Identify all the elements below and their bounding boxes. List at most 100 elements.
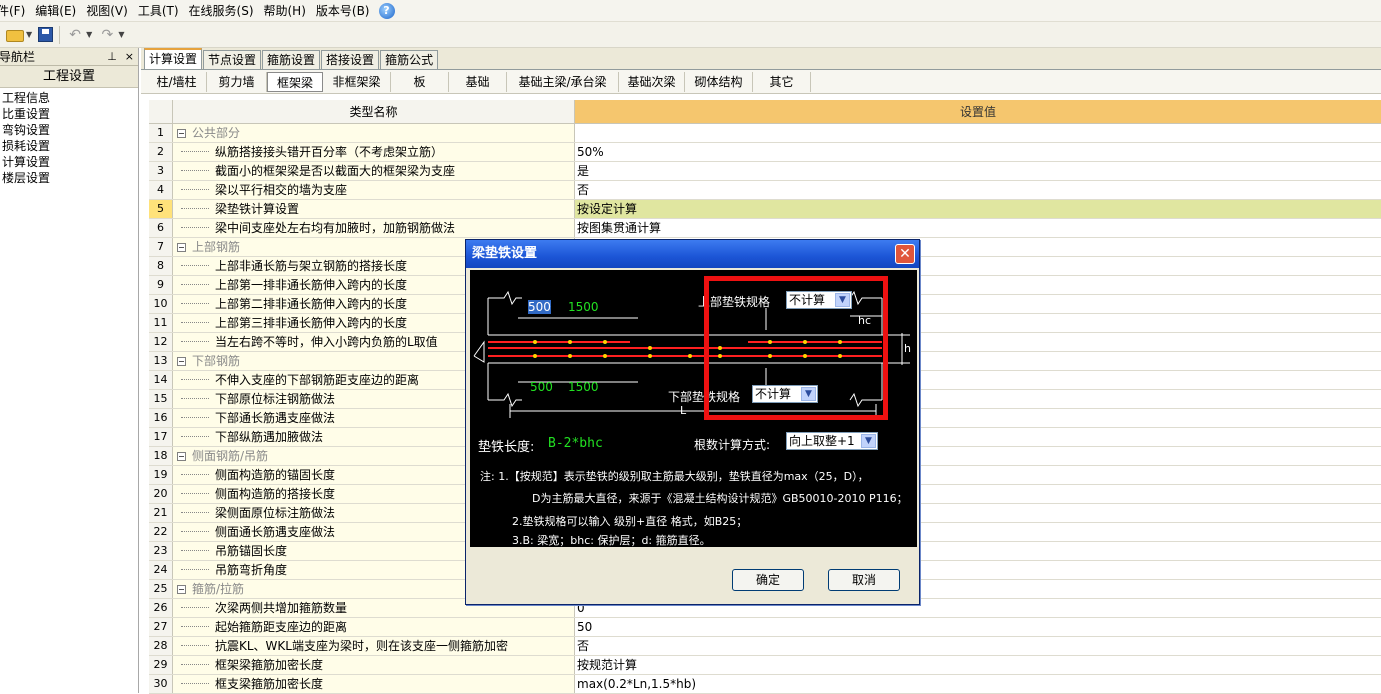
row-number: 8 — [149, 257, 173, 275]
row-number: 30 — [149, 675, 173, 693]
tab-lap-settings[interactable]: 搭接设置 — [321, 50, 380, 69]
subtab-non-frame-beam[interactable]: 非框架梁 — [323, 71, 391, 92]
undo-icon[interactable]: ↶ — [66, 27, 84, 43]
count-method-select[interactable]: 向上取整+1 ▼ — [786, 432, 878, 450]
subtab-frame-beam[interactable]: 框架梁 — [267, 71, 323, 92]
table-row[interactable]: 2 纵筋搭接接头错开百分率（不考虑架立筋） 50% — [149, 143, 1381, 162]
menu-help[interactable]: 帮助(H) — [259, 1, 311, 21]
dialog-close-button[interactable]: ✕ — [895, 244, 915, 264]
table-row[interactable]: 29 框架梁箍筋加密长度 按规范计算 — [149, 656, 1381, 675]
row-number: 19 — [149, 466, 173, 484]
cancel-button[interactable]: 取消 — [828, 569, 900, 591]
row-number: 20 — [149, 485, 173, 503]
subtab-column[interactable]: 柱/墙柱 — [147, 71, 207, 92]
tree-connector — [181, 276, 209, 285]
collapse-icon[interactable] — [177, 243, 186, 252]
nav-item-project-info[interactable]: 工程信息 — [0, 90, 138, 106]
subtab-foundation[interactable]: 基础 — [449, 71, 507, 92]
ok-button[interactable]: 确定 — [732, 569, 804, 591]
table-row[interactable]: 30 框支梁箍筋加密长度 max(0.2*Ln,1.5*hb) — [149, 675, 1381, 694]
row-value-cell[interactable]: 否 — [575, 181, 1381, 199]
tree-connector — [181, 181, 209, 190]
subtab-masonry[interactable]: 砌体结构 — [685, 71, 753, 92]
row-name-text: 梁侧面原位标注筋做法 — [215, 506, 336, 520]
dim-label-500-bottom: 500 — [530, 380, 553, 394]
pin-icon[interactable]: ⊥ — [107, 50, 117, 63]
tree-connector — [181, 162, 209, 171]
table-row[interactable]: 6 梁中间支座处左右均有加腋时，加筋钢筋做法 按图集贯通计算 — [149, 219, 1381, 238]
table-row[interactable]: 27 起始箍筋距支座边的距离 50 — [149, 618, 1381, 637]
row-value-cell[interactable]: 按图集贯通计算 — [575, 219, 1381, 237]
row-value-cell[interactable]: 否 — [575, 637, 1381, 655]
collapse-icon[interactable] — [177, 452, 186, 461]
collapse-icon[interactable] — [177, 129, 186, 138]
redo-icon[interactable]: ↷ — [98, 27, 116, 43]
table-group-row[interactable]: 1 公共部分 — [149, 124, 1381, 143]
row-value-cell[interactable]: 是 — [575, 162, 1381, 180]
nav-item-calc-settings[interactable]: 计算设置 — [0, 154, 138, 170]
toolbar: ▼ ↶ ▼ ↷ ▼ — [0, 22, 1381, 48]
highlight-box — [704, 276, 888, 420]
nav-item-hook-settings[interactable]: 弯钩设置 — [0, 122, 138, 138]
tree-connector — [181, 390, 209, 399]
subtab-slab[interactable]: 板 — [391, 71, 449, 92]
nav-item-density-settings[interactable]: 比重设置 — [0, 106, 138, 122]
menu-file[interactable]: 件(F) — [0, 1, 30, 21]
grid-header: 类型名称 设置值 — [149, 100, 1381, 124]
table-row[interactable]: 4 梁以平行相交的墙为支座 否 — [149, 181, 1381, 200]
nav-section-project-settings[interactable]: 工程设置 — [0, 66, 138, 88]
collapse-icon[interactable] — [177, 585, 186, 594]
save-icon[interactable] — [38, 27, 54, 42]
open-dropdown-arrow-icon[interactable]: ▼ — [26, 30, 32, 39]
row-number: 1 — [149, 124, 173, 142]
row-value-cell[interactable]: 50 — [575, 618, 1381, 636]
collapse-icon[interactable] — [177, 357, 186, 366]
tree-connector — [181, 675, 209, 684]
dialog-title: 梁垫铁设置 — [472, 246, 538, 261]
subtab-other[interactable]: 其它 — [753, 71, 811, 92]
menu-tools[interactable]: 工具(T) — [133, 1, 184, 21]
row-value-cell[interactable]: 50% — [575, 143, 1381, 161]
tab-node-settings[interactable]: 节点设置 — [203, 50, 262, 69]
chevron-down-icon[interactable]: ▼ — [861, 434, 876, 448]
row-value-cell[interactable]: 按规范计算 — [575, 656, 1381, 674]
dim-label-L: L — [680, 404, 687, 417]
undo-dropdown-arrow-icon[interactable]: ▼ — [86, 30, 92, 39]
nav-item-loss-settings[interactable]: 损耗设置 — [0, 138, 138, 154]
menu-version[interactable]: 版本号(B) — [311, 1, 375, 21]
row-value-cell[interactable]: 按设定计算 — [575, 200, 1381, 218]
note-line-3: 2.垫铁规格可以输入 级别+直径 格式，如B25； — [512, 515, 748, 528]
dim-label-1500-top: 1500 — [568, 300, 599, 314]
row-number: 11 — [149, 314, 173, 332]
toolbar-separator — [59, 25, 61, 44]
open-folder-icon[interactable] — [6, 30, 24, 42]
menu-online-service[interactable]: 在线服务(S) — [184, 1, 259, 21]
close-icon[interactable]: × — [125, 50, 134, 63]
tab-stirrup-formula[interactable]: 箍筋公式 — [380, 50, 439, 69]
table-row[interactable]: 3 截面小的框架梁是否以截面大的框架梁为支座 是 — [149, 162, 1381, 181]
note-line-2: D为主筋最大直径，来源于《混凝土结构设计规范》GB50010-2010 P116… — [532, 492, 908, 505]
nav-item-floor-settings[interactable]: 楼层设置 — [0, 170, 138, 186]
row-name-text: 抗震KL、WKL端支座为梁时，则在该支座一侧箍筋加密 — [215, 639, 508, 653]
dialog-title-bar: 梁垫铁设置 ✕ — [466, 240, 919, 268]
row-value-cell[interactable] — [575, 124, 1381, 142]
tree-connector — [181, 295, 209, 304]
subtab-foundation-secondary-beam[interactable]: 基础次梁 — [619, 71, 685, 92]
tab-calc-settings[interactable]: 计算设置 — [144, 48, 203, 69]
menu-view[interactable]: 视图(V) — [81, 1, 133, 21]
nav-item-list: 工程信息 比重设置 弯钩设置 损耗设置 计算设置 楼层设置 — [0, 88, 138, 186]
subtab-shear-wall[interactable]: 剪力墙 — [207, 71, 267, 92]
redo-dropdown-arrow-icon[interactable]: ▼ — [118, 30, 124, 39]
rebar-dot — [648, 354, 652, 358]
row-number: 28 — [149, 637, 173, 655]
row-value-cell[interactable]: max(0.2*Ln,1.5*hb) — [575, 675, 1381, 693]
row-name-text: 上部钢筋 — [192, 240, 241, 254]
tab-stirrup-settings[interactable]: 箍筋设置 — [262, 50, 321, 69]
tree-connector — [181, 485, 209, 494]
table-row[interactable]: 5 梁垫铁计算设置 按设定计算 — [149, 200, 1381, 219]
subtab-foundation-main-beam[interactable]: 基础主梁/承台梁 — [507, 71, 619, 92]
tree-connector — [181, 599, 209, 608]
menu-edit[interactable]: 编辑(E) — [30, 1, 81, 21]
help-globe-icon[interactable]: ? — [378, 2, 395, 19]
table-row[interactable]: 28 抗震KL、WKL端支座为梁时，则在该支座一侧箍筋加密 否 — [149, 637, 1381, 656]
